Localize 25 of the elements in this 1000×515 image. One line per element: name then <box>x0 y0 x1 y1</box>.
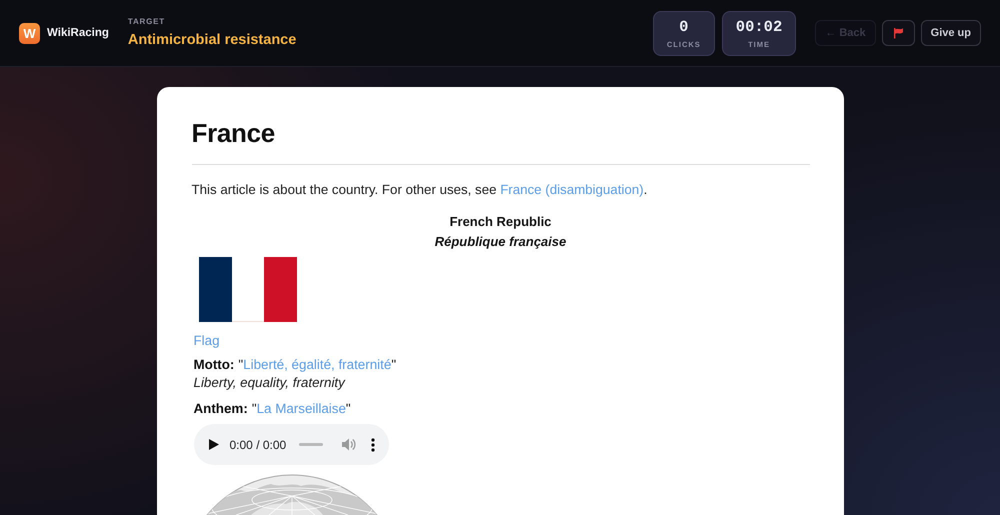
app-logo: W <box>19 22 40 44</box>
stat-value: 00:02 <box>736 18 782 36</box>
volume-icon[interactable] <box>342 438 356 451</box>
audio-time: 0:00 / 0:00 <box>230 438 286 452</box>
article-title: France <box>192 117 276 150</box>
flag-icon <box>892 27 904 39</box>
target-label: TARGET <box>128 16 165 26</box>
motto-line: Motto: "Liberté, égalité, fraternité" <box>194 356 396 374</box>
app-name: WikiRacing <box>47 27 109 39</box>
native-name: République française <box>434 233 566 251</box>
motto-link[interactable]: Liberté, égalité, fraternité <box>243 357 392 372</box>
hatnote-text: This article is about the country. For other uses, see France (disambiguation). <box>192 181 648 199</box>
more-options-icon[interactable] <box>371 438 376 452</box>
target-title: Antimicrobial resistance <box>128 30 296 50</box>
stat-value: 0 <box>679 18 688 36</box>
flag-button[interactable] <box>882 20 915 46</box>
flag-link[interactable]: Flag <box>194 331 220 351</box>
motto-translation: Liberty, equality, fraternity <box>194 374 345 392</box>
country-name: French Republic <box>450 213 552 231</box>
disambiguation-link[interactable]: France (disambiguation) <box>500 182 644 197</box>
give-up-button[interactable]: Give up <box>920 20 981 46</box>
anthem-line: Anthem: "La Marseillaise" <box>194 400 351 418</box>
seek-slider[interactable] <box>299 443 324 446</box>
play-icon[interactable] <box>208 439 218 450</box>
anthem-link[interactable]: La Marseillaise <box>256 401 346 416</box>
